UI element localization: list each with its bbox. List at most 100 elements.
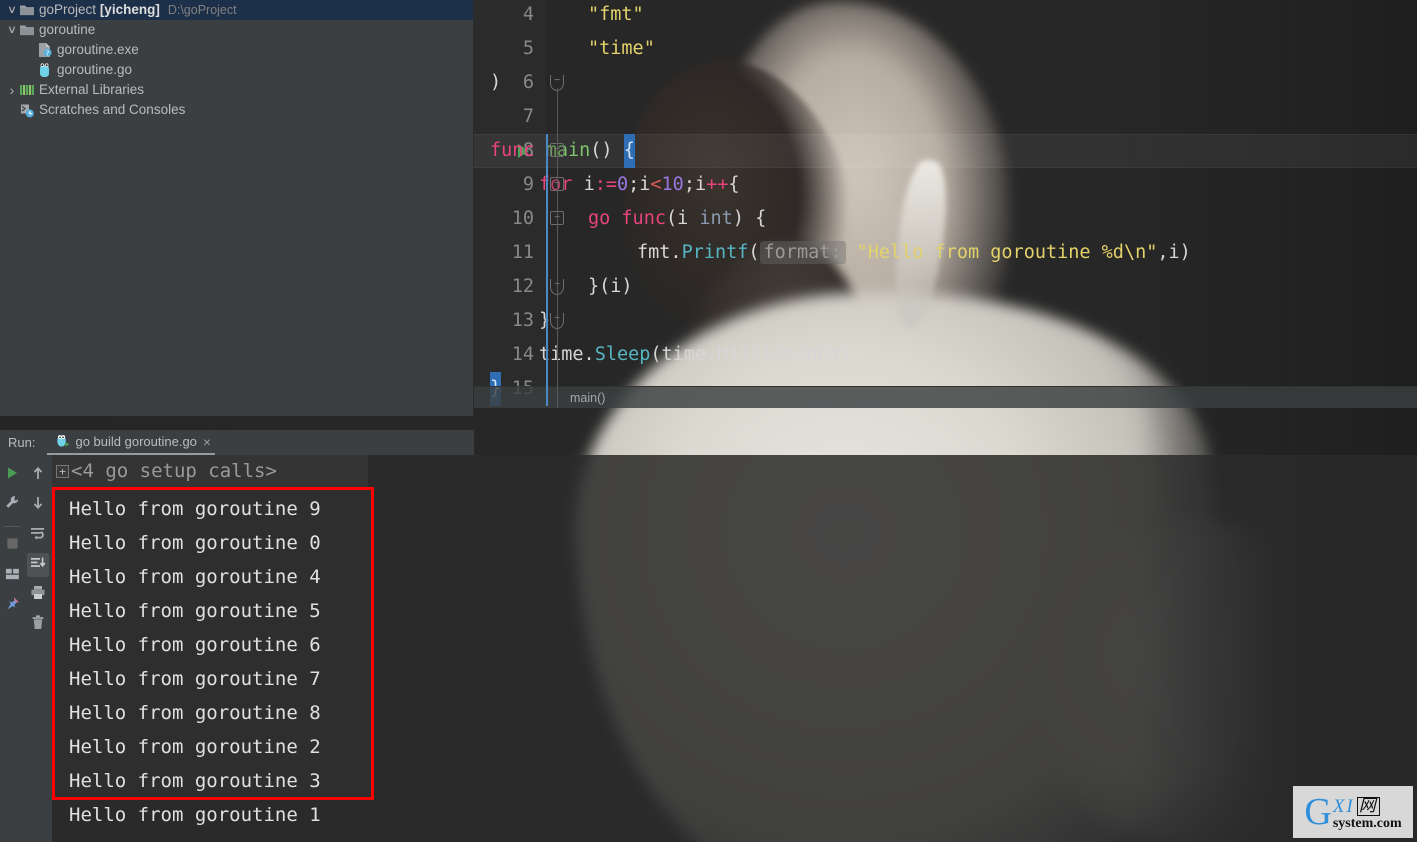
close-icon[interactable]: × [203, 435, 211, 449]
code-token: (time.Millisecond) [650, 344, 851, 365]
breadcrumb[interactable]: main() [474, 386, 1417, 408]
output-lines: Hello from goroutine 9 Hello from gorouti… [69, 492, 371, 832]
code-token: ++ [706, 174, 729, 195]
chevron-down-icon[interactable]: ∨ [5, 20, 20, 40]
watermark: G XI 网 system.com [1293, 786, 1413, 838]
code-token: := [594, 174, 617, 195]
scroll-to-end-button[interactable] [27, 553, 49, 577]
play-icon [5, 466, 19, 485]
exe-file-icon: ? [36, 42, 53, 58]
code-token: i [583, 174, 595, 195]
tree-item-goroutine[interactable]: ∨ goroutine [0, 20, 473, 40]
tree-item-label: goroutine.exe [57, 42, 139, 57]
soft-wrap-button[interactable] [27, 523, 49, 547]
code-line[interactable]: for i:=0;i<10;i++{ [474, 168, 1417, 202]
code-token: "Hello from goroutine %d\n" [845, 242, 1158, 263]
project-tool-window: ∨ goProject [yicheng] D:\goProject ∨ gorouti… [0, 0, 474, 416]
folder-icon [18, 2, 35, 18]
pin-button[interactable] [1, 594, 23, 618]
code-token: func [490, 140, 546, 161]
stop-icon [6, 537, 19, 555]
tab-go-build-goroutine[interactable]: go build goroutine.go × [47, 430, 216, 455]
tree-item-label: goProject [39, 2, 97, 17]
code-token: ) [490, 72, 502, 93]
print-button[interactable] [27, 583, 49, 607]
console-output[interactable]: + <4 go setup calls> Hello from goroutin… [52, 455, 1417, 842]
code-line[interactable]: go func(i int) { [474, 202, 1417, 236]
code-token: go [588, 208, 622, 229]
code-token: func [621, 208, 666, 229]
tree-item-label: goroutine.go [57, 62, 133, 77]
code-token: ;i [628, 174, 651, 195]
go-file-icon [36, 62, 53, 78]
console-output-line: Hello from goroutine 0 [69, 532, 321, 554]
code-token: < [650, 174, 662, 195]
code-token: ( [748, 242, 760, 263]
parameter-hint: format: [759, 241, 846, 264]
code-editor[interactable]: 456789101112131415 "fmt""time")func main… [474, 0, 1417, 408]
folder-icon [18, 22, 35, 38]
down-button[interactable] [27, 493, 49, 517]
tree-item-external-libraries[interactable]: › External Libraries [0, 80, 473, 100]
console-output-line: Hello from goroutine 4 [69, 566, 321, 588]
code-token: ) { [732, 208, 767, 229]
arrow-up-icon [31, 465, 45, 486]
watermark-system: system.com [1332, 816, 1402, 831]
pin-icon [5, 596, 20, 616]
code-token: { [728, 174, 740, 195]
tree-item-path: D:\goProject [167, 3, 237, 17]
project-tree[interactable]: ∨ goProject [yicheng] D:\goProject ∨ gorouti… [0, 0, 473, 120]
tree-item-scratches-and-consoles[interactable]: Scratches and Consoles [0, 100, 473, 120]
code-line[interactable] [474, 100, 1417, 134]
code-line[interactable]: func main() { [474, 134, 1417, 168]
code-token: (i [665, 208, 700, 229]
gopher-run-icon [55, 433, 70, 451]
code-line[interactable]: ) [474, 66, 1417, 100]
console-output-line: Hello from goroutine 8 [69, 702, 321, 724]
clear-button[interactable] [27, 613, 49, 637]
tree-item-label: goroutine [39, 22, 96, 37]
watermark-cn: 网 [1356, 796, 1380, 816]
chevron-right-icon[interactable]: › [6, 80, 18, 100]
run-tool-window-header: Run: go build goroutine.go × [0, 430, 474, 455]
go-setup-calls-row[interactable]: + <4 go setup calls> [52, 455, 368, 487]
watermark-g: G [1304, 791, 1332, 833]
scroll-end-icon [30, 556, 46, 575]
code-fold-line [556, 88, 558, 408]
go-setup-calls-label: <4 go setup calls> [71, 460, 277, 482]
code-token: Printf [681, 242, 749, 263]
stop-button[interactable] [1, 534, 23, 558]
code-line[interactable]: "fmt" [474, 0, 1417, 32]
tree-item-goproject[interactable]: ∨ goProject [yicheng] D:\goProject [0, 0, 473, 20]
code-token: fmt. [637, 242, 682, 263]
indent-guide-caret [546, 134, 548, 406]
code-line[interactable]: fmt.Printf(format: "Hello from goroutine… [474, 236, 1417, 270]
code-token: ,i) [1157, 242, 1191, 263]
wrench-icon [5, 495, 20, 515]
tree-item-label: Scratches and Consoles [39, 102, 186, 117]
console-output-line: Hello from goroutine 6 [69, 634, 321, 656]
console-output-line: Hello from goroutine 1 [69, 804, 321, 826]
code-token: "time" [588, 38, 655, 59]
code-line[interactable]: } [474, 304, 1417, 338]
tree-item-goroutine-exe[interactable]: ? goroutine.exe [0, 40, 473, 60]
trash-icon [31, 615, 45, 635]
tree-item-goroutine-go[interactable]: goroutine.go [0, 60, 473, 80]
rerun-button[interactable] [1, 463, 23, 487]
up-button[interactable] [27, 463, 49, 487]
code-line[interactable]: time.Sleep(time.Millisecond) [474, 338, 1417, 372]
code-line[interactable]: "time" [474, 32, 1417, 66]
tree-item-module-name: [yicheng] [99, 2, 160, 17]
expand-icon[interactable]: + [56, 464, 69, 478]
chevron-down-icon[interactable]: ∨ [5, 0, 20, 20]
watermark-xi: XI [1332, 796, 1355, 817]
run-tool-window: Run: go build goroutine.go × + <4 go set… [0, 430, 1417, 842]
code-line[interactable]: }(i) [474, 270, 1417, 304]
text-cursor: { [623, 134, 635, 168]
tree-item-label: External Libraries [39, 82, 145, 97]
printer-icon [30, 585, 46, 605]
console-output-line: Hello from goroutine 9 [69, 498, 321, 520]
soft-wrap-icon [30, 526, 46, 545]
settings-button[interactable] [1, 493, 23, 517]
layout-button[interactable] [1, 564, 23, 588]
